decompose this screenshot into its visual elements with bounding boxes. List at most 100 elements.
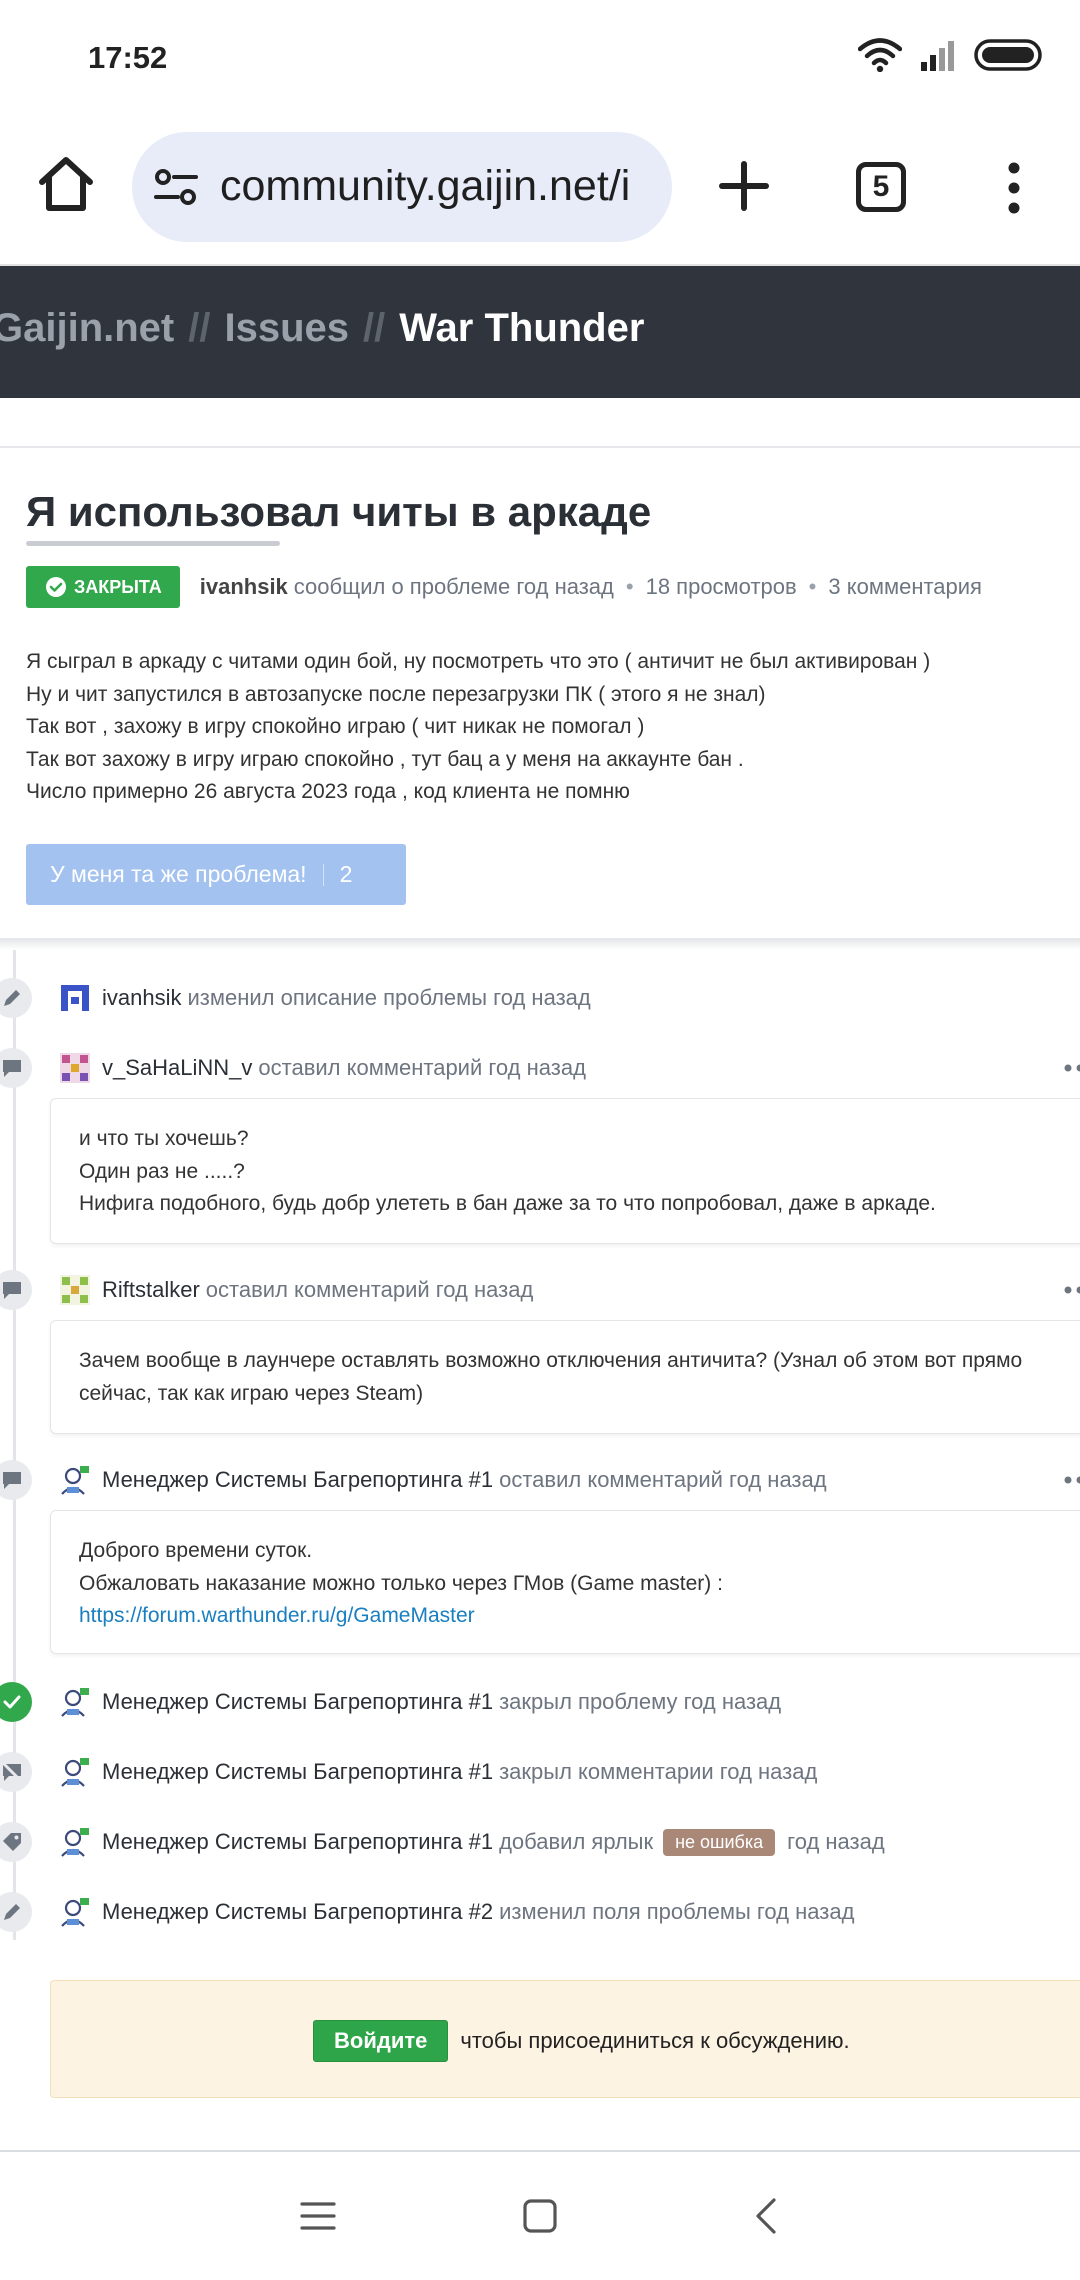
- event-action: изменил описание проблемы год назад: [187, 985, 591, 1010]
- comment-event-icon: [0, 1460, 32, 1500]
- back-icon[interactable]: [748, 2196, 788, 2236]
- comment-line: Зачем вообще в лаунчере оставлять возмож…: [79, 1349, 1023, 1372]
- signal-icon: [921, 41, 954, 71]
- event-user[interactable]: Riftstalker: [102, 1277, 200, 1303]
- timeline-event: Riftstalker оставил комментарий год наза…: [60, 1270, 533, 1310]
- issue-body-line: Так вот , захожу в игру спокойно играю (…: [26, 715, 645, 738]
- comment-line: Нифига подобного, будь добр улететь в ба…: [79, 1192, 936, 1215]
- event-user[interactable]: Менеджер Системы Багрепортинга #1: [102, 1829, 493, 1855]
- more-options-icon[interactable]: [1062, 1284, 1080, 1296]
- home-nav-icon[interactable]: [520, 2196, 560, 2236]
- comment-box: Доброго времени суток. Обжаловать наказа…: [50, 1510, 1080, 1654]
- url-bar[interactable]: community.gaijin.net/i: [132, 132, 672, 242]
- breadcrumb: Gaijin.net // Issues // War Thunder: [0, 306, 644, 351]
- issue-meta: ЗАКРЫТА ivanhsik сообщил о проблеме год …: [26, 566, 982, 608]
- event-user[interactable]: Менеджер Системы Багрепортинга #1: [102, 1689, 493, 1715]
- login-banner-text: чтобы присоединиться к обсуждению.: [460, 2028, 850, 2053]
- event-user[interactable]: Менеджер Системы Багрепортинга #2: [102, 1899, 493, 1925]
- event-user[interactable]: v_SaHaLiNN_v: [102, 1055, 252, 1081]
- login-banner: Войдите чтобы присоединиться к обсуждени…: [50, 1980, 1080, 2098]
- issue-body-line: Число примерно 26 августа 2023 года , ко…: [26, 780, 630, 803]
- login-button[interactable]: Войдите: [313, 2020, 449, 2062]
- url-text[interactable]: community.gaijin.net/i: [220, 162, 630, 211]
- more-menu-icon[interactable]: [996, 158, 1032, 218]
- label-chip[interactable]: не ошибка: [663, 1828, 776, 1856]
- event-action: изменил поля проблемы год назад: [499, 1899, 855, 1924]
- timeline-event: Менеджер Системы Багрепортинга #1 закрыл…: [60, 1682, 781, 1722]
- pencil-icon: [4, 1904, 20, 1920]
- comment-box: Зачем вообще в лаунчере оставлять возмож…: [50, 1320, 1080, 1434]
- event-action: оставил комментарий год назад: [205, 1277, 534, 1302]
- manager-avatar[interactable]: [60, 1827, 90, 1857]
- wifi-icon: [858, 38, 902, 72]
- event-action: добавил ярлык: [499, 1829, 654, 1854]
- new-tab-icon[interactable]: [716, 158, 772, 214]
- issue-body: Я сыграл в аркаду с читами один бой, ну …: [26, 646, 930, 809]
- site-settings-icon[interactable]: [154, 167, 198, 207]
- event-action: оставил комментарий год назад: [499, 1467, 827, 1492]
- timeline-event: Менеджер Системы Багрепортинга #1 добави…: [60, 1822, 885, 1862]
- event-action: оставил комментарий год назад: [258, 1055, 586, 1080]
- comment-line: Обжаловать наказание можно только через …: [79, 1571, 723, 1595]
- card-shadow: [0, 938, 1080, 950]
- browser-toolbar: community.gaijin.net/i 5: [0, 118, 1080, 266]
- comment-off-icon: [1, 1761, 23, 1783]
- label-event-icon: [0, 1822, 32, 1862]
- manager-avatar[interactable]: [60, 1465, 90, 1495]
- event-action: закрыл проблему год назад: [499, 1689, 782, 1714]
- status-time: 17:52: [88, 40, 168, 75]
- timeline-event: v_SaHaLiNN_v оставил комментарий год наз…: [60, 1048, 586, 1088]
- tab-switcher-button[interactable]: 5: [856, 162, 906, 212]
- status-bar: 17:52: [0, 0, 1080, 118]
- status-badge-label: ЗАКРЫТА: [74, 576, 162, 597]
- breadcrumb-war-thunder[interactable]: War Thunder: [399, 306, 644, 350]
- event-action: закрыл комментарии год назад: [499, 1759, 818, 1784]
- same-problem-label: У меня та же проблема!: [50, 861, 307, 887]
- meta-dot: •: [808, 574, 817, 599]
- avatar[interactable]: [60, 983, 90, 1013]
- event-user[interactable]: Менеджер Системы Багрепортинга #1: [102, 1759, 493, 1785]
- battery-icon: [974, 39, 1042, 71]
- timeline-event: ivanhsik изменил описание проблемы год н…: [60, 978, 591, 1018]
- comments-count: 3 комментария: [828, 574, 982, 599]
- same-problem-count: 2: [339, 861, 353, 887]
- breadcrumb-gaijin[interactable]: Gaijin.net: [0, 306, 174, 350]
- manager-avatar[interactable]: [60, 1757, 90, 1787]
- speech-bubble-icon: [3, 1472, 21, 1489]
- system-icons: [858, 38, 1044, 72]
- comment-event-icon: [0, 1048, 32, 1088]
- issue-body-line: Ну и чит запустился в автозапуске после …: [26, 682, 766, 706]
- avatar[interactable]: [60, 1053, 90, 1083]
- avatar[interactable]: [60, 1275, 90, 1305]
- manager-avatar[interactable]: [60, 1897, 90, 1927]
- closed-event-icon: [0, 1682, 32, 1722]
- pencil-icon: [4, 990, 20, 1006]
- breadcrumb-issues[interactable]: Issues: [224, 306, 349, 350]
- recent-apps-icon[interactable]: [298, 2196, 338, 2236]
- manager-avatar[interactable]: [60, 1687, 90, 1717]
- event-user[interactable]: ivanhsik: [102, 985, 181, 1011]
- comment-line: Доброго времени суток.: [79, 1539, 313, 1562]
- author-link[interactable]: ivanhsik: [200, 574, 288, 600]
- event-user[interactable]: Менеджер Системы Багрепортинга #1: [102, 1467, 493, 1493]
- comments-locked-event-icon: [0, 1752, 32, 1792]
- site-header: Gaijin.net // Issues // War Thunder: [0, 266, 1080, 398]
- timeline-event: Менеджер Системы Багрепортинга #1 закрыл…: [60, 1752, 817, 1792]
- timeline-event: Менеджер Системы Багрепортинга #1 остави…: [60, 1460, 827, 1500]
- issue-body-line: Так вот захожу в игру играю спокойно , т…: [26, 747, 744, 771]
- reported-text: сообщил о проблеме год назад: [293, 574, 614, 599]
- navigation-bar: [0, 2152, 1080, 2280]
- tag-icon: [3, 1833, 21, 1851]
- check-icon: [3, 1695, 21, 1709]
- more-options-icon[interactable]: [1062, 1062, 1080, 1074]
- more-options-icon[interactable]: [1062, 1474, 1080, 1486]
- comment-line: и что ты хочешь?: [79, 1127, 249, 1150]
- issue-title: Я использовал читы в аркаде: [26, 488, 652, 535]
- meta-dot: •: [625, 574, 634, 599]
- same-problem-button[interactable]: У меня та же проблема! 2: [26, 844, 406, 905]
- speech-bubble-icon: [3, 1282, 21, 1299]
- home-icon[interactable]: [36, 154, 96, 214]
- breadcrumb-separator: //: [363, 306, 386, 350]
- speech-bubble-icon: [3, 1060, 21, 1077]
- gamemaster-link[interactable]: https://forum.warthunder.ru/g/GameMaster: [79, 1604, 475, 1627]
